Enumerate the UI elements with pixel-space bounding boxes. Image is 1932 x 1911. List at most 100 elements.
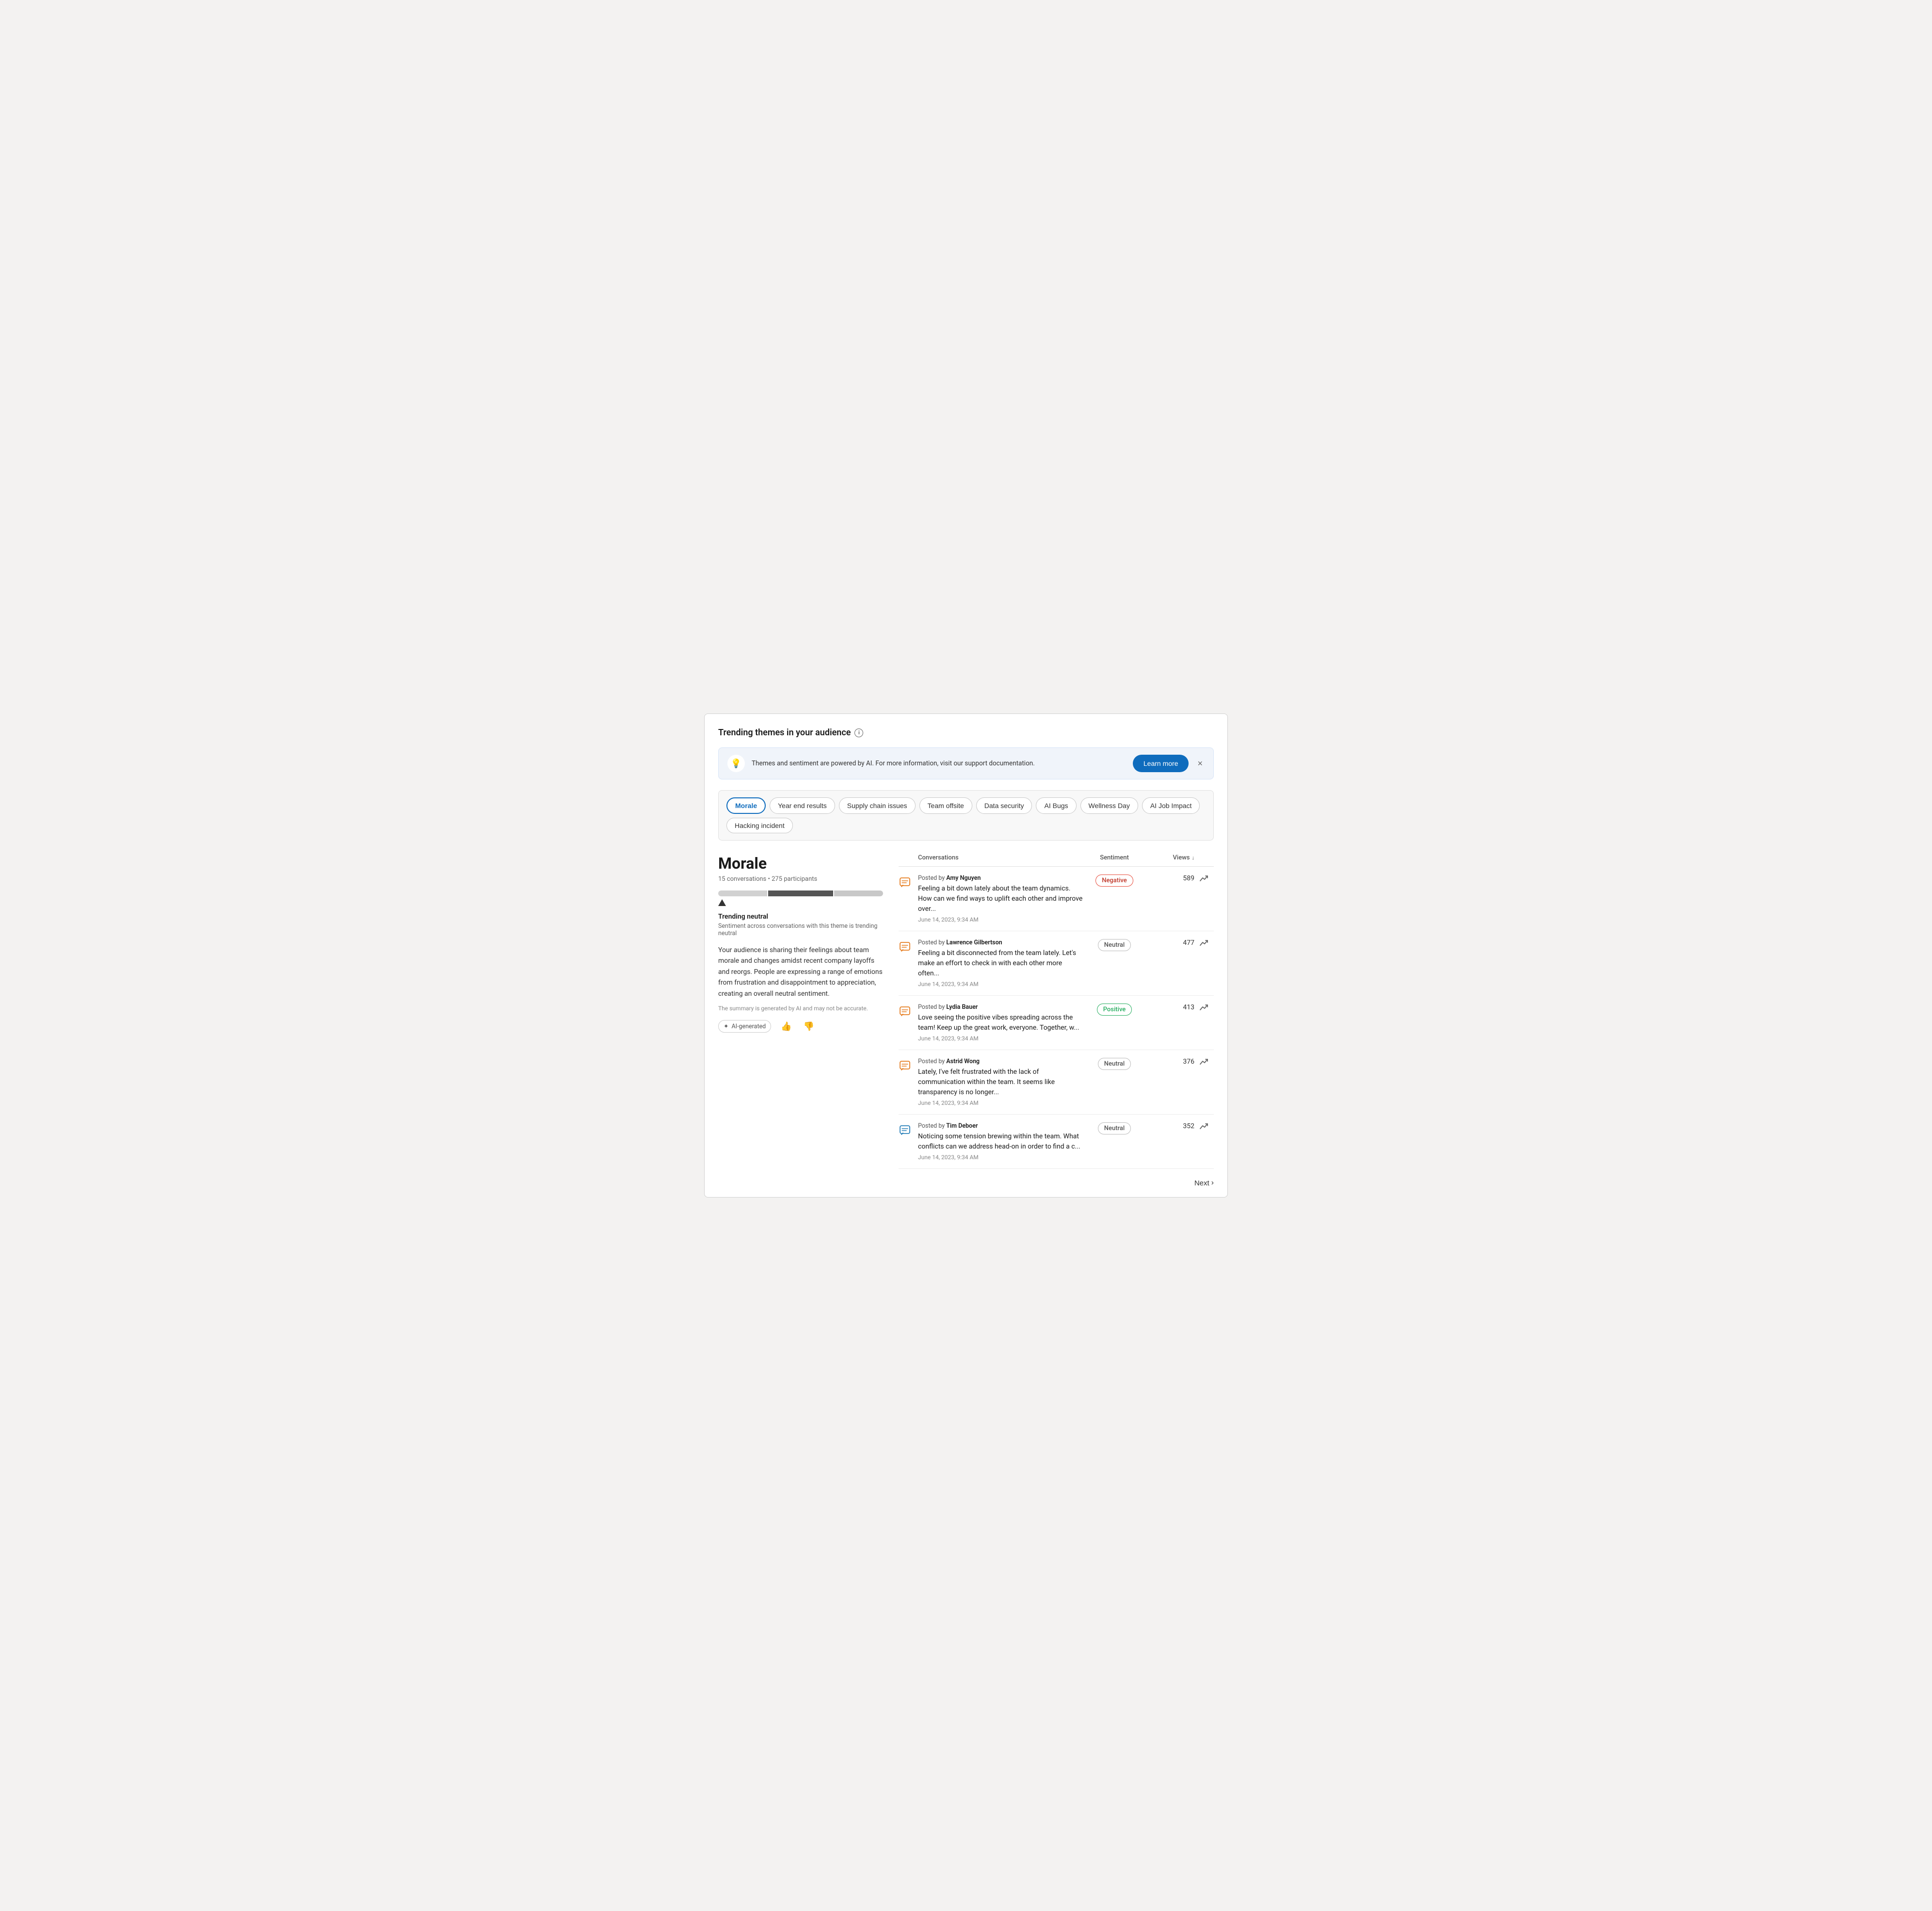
conv-body: Posted by Lawrence Gilbertson Feeling a … [918,939,1083,988]
sentiment-badge: Positive [1097,1004,1132,1016]
conv-action-cell [1194,1122,1214,1134]
table-row: Posted by Amy Nguyen Feeling a bit down … [899,867,1214,931]
conv-views-cell: 413 [1146,1004,1194,1011]
conv-text: Lately, I've felt frustrated with the la… [918,1067,1083,1098]
conv-author: Lawrence Gilbertson [946,939,1002,946]
bar-indicator [718,899,883,906]
trending-label: Trending neutral [718,913,883,921]
conv-views-cell: 352 [1146,1122,1194,1130]
conversations-list: Posted by Amy Nguyen Feeling a bit down … [899,867,1214,1169]
main-content: Morale 15 conversations • 275 participan… [718,854,1214,1187]
conv-posted-by: Posted by Amy Nguyen [918,875,1083,882]
tab-team-offsite[interactable]: Team offsite [919,797,972,814]
chat-icon [899,876,911,889]
conv-views-cell: 376 [1146,1058,1194,1066]
trend-button[interactable] [1200,875,1208,886]
conv-sentiment-cell: Neutral [1083,1058,1146,1070]
banner-icon: 💡 [727,755,745,772]
conv-body: Posted by Lydia Bauer Love seeing the po… [918,1004,1083,1042]
ai-disclaimer: The summary is generated by AI and may n… [718,1005,883,1012]
tab-year-end-results[interactable]: Year end results [770,797,835,814]
trend-button[interactable] [1200,1004,1208,1015]
conv-date: June 14, 2023, 9:34 AM [918,916,1083,923]
conv-icon-area [899,1122,918,1137]
conv-author: Astrid Wong [946,1058,980,1065]
conv-text: Feeling a bit disconnected from the team… [918,948,1083,979]
chat-icon [899,1124,911,1137]
conv-date: June 14, 2023, 9:34 AM [918,1035,1083,1042]
page-title-row: Trending themes in your audience i [718,728,1214,738]
bar-negative [718,891,767,896]
trend-button[interactable] [1200,1058,1208,1069]
conv-sentiment-cell: Negative [1083,875,1146,887]
bar-neutral [768,891,833,896]
right-panel: Conversations Sentiment Views ↓ [899,854,1214,1187]
tab-supply-chain-issues[interactable]: Supply chain issues [839,797,916,814]
ai-sparkle-icon: ✦ [724,1022,728,1030]
sentiment-bar [718,891,883,896]
conv-views-cell: 477 [1146,939,1194,947]
sentiment-badge: Neutral [1098,1058,1131,1070]
conv-author: Amy Nguyen [946,875,981,882]
sentiment-badge: Neutral [1098,939,1131,951]
learn-more-button[interactable]: Learn more [1133,755,1189,772]
thumbs-down-button[interactable]: 👎 [802,1020,816,1034]
conv-posted-by: Posted by Lawrence Gilbertson [918,939,1083,946]
next-button[interactable]: Next › [1194,1179,1214,1187]
chat-icon [899,941,911,954]
conv-date: June 14, 2023, 9:34 AM [918,1100,1083,1106]
ai-badge: ✦ AI-generated [718,1020,771,1033]
theme-title: Morale [718,854,883,873]
triangle-indicator-icon [718,899,726,906]
ai-badge-label: AI-generated [731,1023,766,1030]
banner-close-button[interactable]: × [1195,757,1205,770]
col-views-header[interactable]: Views ↓ [1146,854,1194,861]
conv-posted-by: Posted by Astrid Wong [918,1058,1083,1065]
banner-text: Themes and sentiment are powered by AI. … [752,760,1126,767]
col-sentiment-header: Sentiment [1083,854,1146,861]
conv-posted-by: Posted by Lydia Bauer [918,1004,1083,1011]
conv-sentiment-cell: Neutral [1083,1122,1146,1134]
conv-text: Noticing some tension brewing within the… [918,1132,1083,1152]
conv-body: Posted by Astrid Wong Lately, I've felt … [918,1058,1083,1106]
tab-wellness-day[interactable]: Wellness Day [1080,797,1138,814]
chat-icon [899,1005,911,1018]
sentiment-badge: Negative [1095,875,1133,887]
chevron-right-icon: › [1211,1179,1214,1187]
theme-meta: 15 conversations • 275 participants [718,875,883,883]
main-container: Trending themes in your audience i 💡 The… [704,713,1228,1198]
left-panel: Morale 15 conversations • 275 participan… [718,854,883,1187]
conv-body: Posted by Tim Deboer Noticing some tensi… [918,1122,1083,1161]
trend-button[interactable] [1200,939,1208,950]
thumbs-up-button[interactable]: 👍 [779,1020,793,1034]
conv-action-cell [1194,939,1214,950]
tab-ai-job-impact[interactable]: AI Job Impact [1142,797,1200,814]
conv-icon-area [899,1004,918,1018]
col-conversations-header: Conversations [899,854,1083,861]
bar-positive [834,891,883,896]
conv-action-cell [1194,1058,1214,1069]
sentiment-bar-container [718,891,883,906]
table-row: Posted by Astrid Wong Lately, I've felt … [899,1050,1214,1115]
tab-morale[interactable]: Morale [726,797,766,814]
tabs-row: MoraleYear end resultsSupply chain issue… [726,797,1206,833]
sentiment-badge: Neutral [1098,1122,1131,1134]
tab-data-security[interactable]: Data security [976,797,1032,814]
thumbs-up-icon: 👍 [781,1021,791,1031]
conv-text: Love seeing the positive vibes spreading… [918,1013,1083,1033]
conv-action-cell [1194,875,1214,886]
conv-sentiment-cell: Positive [1083,1004,1146,1016]
trend-button[interactable] [1200,1122,1208,1134]
ai-banner: 💡 Themes and sentiment are powered by AI… [718,747,1214,779]
page-title: Trending themes in your audience [718,728,851,738]
conv-action-cell [1194,1004,1214,1015]
ai-footer: ✦ AI-generated 👍 👎 [718,1020,883,1034]
trending-desc: Sentiment across conversations with this… [718,923,883,937]
conv-icon-area [899,1058,918,1072]
tab-hacking-incident[interactable]: Hacking incident [726,818,793,833]
conv-author: Tim Deboer [946,1122,978,1130]
conv-text: Feeling a bit down lately about the team… [918,884,1083,914]
info-icon[interactable]: i [854,729,863,737]
sort-arrow-icon: ↓ [1192,855,1195,861]
tab-ai-bugs[interactable]: AI Bugs [1036,797,1076,814]
